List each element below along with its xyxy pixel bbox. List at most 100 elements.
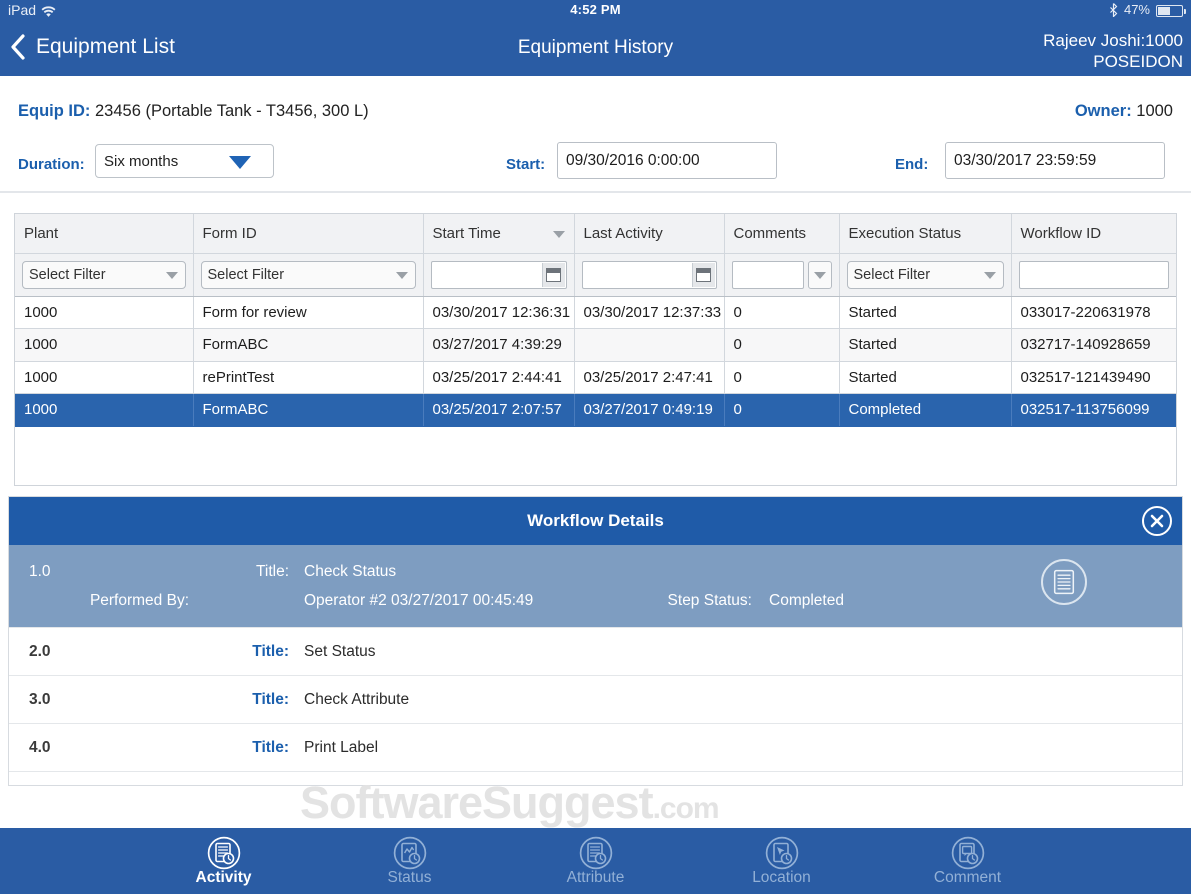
workflow-step-row[interactable]: 3.0 Title: Check Attribute (9, 676, 1182, 724)
tab-attribute[interactable]: Attribute (532, 835, 660, 887)
column-header-workflow-id[interactable]: Workflow ID (1011, 214, 1176, 253)
filter-date-start-time[interactable] (431, 261, 567, 289)
filter-combo-input[interactable] (732, 261, 804, 289)
cell-plant: 1000 (15, 394, 193, 427)
table-row-selected[interactable]: 1000 FormABC 03/25/2017 2:07:57 03/27/20… (15, 394, 1176, 427)
clock-label: 4:52 PM (0, 2, 1191, 17)
workflow-step-row-active[interactable]: 1.0 Title: Check Status Performed By: Op… (9, 545, 1182, 628)
column-header-form-id[interactable]: Form ID (193, 214, 423, 253)
filter-select-plant[interactable]: Select Filter (22, 261, 186, 289)
equipment-history-grid: Plant Form ID Start Time Last Activity C… (14, 213, 1177, 486)
tab-location[interactable]: Location (718, 835, 846, 887)
page-title: Equipment History (0, 37, 1191, 59)
cell-last-activity: 03/25/2017 2:47:41 (574, 361, 724, 394)
column-header-start-time[interactable]: Start Time (423, 214, 574, 253)
chevron-down-icon (984, 272, 996, 279)
user-info[interactable]: Rajeev Joshi:1000 POSEIDON (1043, 30, 1183, 72)
start-date-input[interactable]: 09/30/2016 0:00:00 (557, 142, 777, 179)
ios-status-bar: iPad 4:52 PM 47% (0, 0, 1191, 22)
calendar-icon[interactable] (542, 263, 565, 287)
filter-cell-form-id: Select Filter (193, 253, 423, 296)
column-header-label: Comments (734, 225, 807, 242)
column-header-label: Execution Status (849, 225, 962, 242)
cell-plant: 1000 (15, 329, 193, 362)
column-header-execution-status[interactable]: Execution Status (839, 214, 1011, 253)
close-icon[interactable] (1142, 506, 1172, 536)
tab-activity[interactable]: Activity (160, 835, 288, 887)
workflow-title-value: Check Attribute (304, 691, 409, 709)
column-header-last-activity[interactable]: Last Activity (574, 214, 724, 253)
cell-form-id: Form for review (193, 296, 423, 329)
cell-start-time: 03/25/2017 2:07:57 (423, 394, 574, 427)
cell-last-activity: 03/30/2017 12:37:33 (574, 296, 724, 329)
workflow-title-label: Title: (99, 691, 289, 709)
cell-last-activity: 03/27/2017 0:49:19 (574, 394, 724, 427)
filter-cell-last-activity (574, 253, 724, 296)
chevron-down-icon (396, 272, 408, 279)
sort-descending-icon (553, 231, 565, 238)
filter-cell-plant: Select Filter (15, 253, 193, 296)
filter-combo-comments[interactable] (732, 261, 832, 289)
workflow-details-panel: Workflow Details 1.0 Title: Check Status… (8, 496, 1183, 786)
workflow-step-status-label: Step Status: (562, 592, 752, 610)
workflow-step-index: 1.0 (29, 563, 51, 581)
grid-body: 1000 Form for review 03/30/2017 12:36:31… (15, 296, 1176, 426)
cell-workflow-id: 033017-220631978 (1011, 296, 1176, 329)
equipment-info-panel: Equip ID: 23456 (Portable Tank - T3456, … (0, 76, 1191, 193)
document-list-icon[interactable] (1041, 559, 1087, 605)
workflow-performed-by-value: Operator #2 03/27/2017 00:45:49 (304, 592, 533, 610)
owner-label: Owner: (1075, 102, 1132, 120)
tab-comment[interactable]: Comment (904, 835, 1032, 887)
column-header-label: Start Time (433, 225, 501, 242)
cell-workflow-id: 032517-113756099 (1011, 394, 1176, 427)
filter-select-value: Select Filter (208, 267, 285, 283)
duration-label: Duration: (18, 156, 85, 173)
status-doc-icon (346, 835, 474, 871)
comment-doc-icon (904, 835, 1032, 871)
cell-comments: 0 (724, 296, 839, 329)
cell-execution-status: Started (839, 296, 1011, 329)
tab-status[interactable]: Status (346, 835, 474, 887)
start-date-label: Start: (506, 156, 545, 173)
filter-select-value: Select Filter (29, 267, 106, 283)
table-row[interactable]: 1000 FormABC 03/27/2017 4:39:29 0 Starte… (15, 329, 1176, 362)
calendar-icon[interactable] (692, 263, 715, 287)
cell-last-activity (574, 329, 724, 362)
end-date-input[interactable]: 03/30/2017 23:59:59 (945, 142, 1165, 179)
duration-selected-value: Six months (104, 153, 178, 170)
tab-label: Status (346, 869, 474, 887)
filter-date-last-activity[interactable] (582, 261, 717, 289)
filter-select-execution-status[interactable]: Select Filter (847, 261, 1004, 289)
column-header-plant[interactable]: Plant (15, 214, 193, 253)
workflow-step-row[interactable]: 2.0 Title: Set Status (9, 628, 1182, 676)
cell-plant: 1000 (15, 296, 193, 329)
workflow-title-value: Set Status (304, 643, 376, 661)
column-header-comments[interactable]: Comments (724, 214, 839, 253)
owner-value: 1000 (1136, 102, 1173, 120)
owner-line: Owner: 1000 (1075, 102, 1173, 121)
workflow-title-label: Title: (99, 563, 289, 581)
table-row[interactable]: 1000 rePrintTest 03/25/2017 2:44:41 03/2… (15, 361, 1176, 394)
column-header-label: Form ID (203, 225, 257, 242)
cell-workflow-id: 032717-140928659 (1011, 329, 1176, 362)
attribute-doc-icon (532, 835, 660, 871)
workflow-details-title: Workflow Details (527, 511, 664, 531)
filter-cell-start-time (423, 253, 574, 296)
duration-dropdown[interactable]: Six months (95, 144, 274, 178)
workflow-details-header: Workflow Details (9, 497, 1182, 545)
chevron-down-icon[interactable] (808, 261, 832, 289)
start-date-value: 09/30/2016 0:00:00 (566, 152, 700, 170)
column-header-label: Last Activity (584, 225, 663, 242)
location-doc-icon (718, 835, 846, 871)
cell-start-time: 03/30/2017 12:36:31 (423, 296, 574, 329)
user-name-label: Rajeev Joshi:1000 (1043, 30, 1183, 51)
cell-form-id: rePrintTest (193, 361, 423, 394)
table-row[interactable]: 1000 Form for review 03/30/2017 12:36:31… (15, 296, 1176, 329)
cell-comments: 0 (724, 394, 839, 427)
workflow-step-row[interactable]: 4.0 Title: Print Label (9, 724, 1182, 772)
workflow-step-status-value: Completed (769, 592, 844, 610)
filter-select-value: Select Filter (854, 267, 931, 283)
filter-select-form-id[interactable]: Select Filter (201, 261, 416, 289)
filter-text-workflow-id[interactable] (1019, 261, 1170, 289)
column-header-label: Workflow ID (1021, 225, 1102, 242)
